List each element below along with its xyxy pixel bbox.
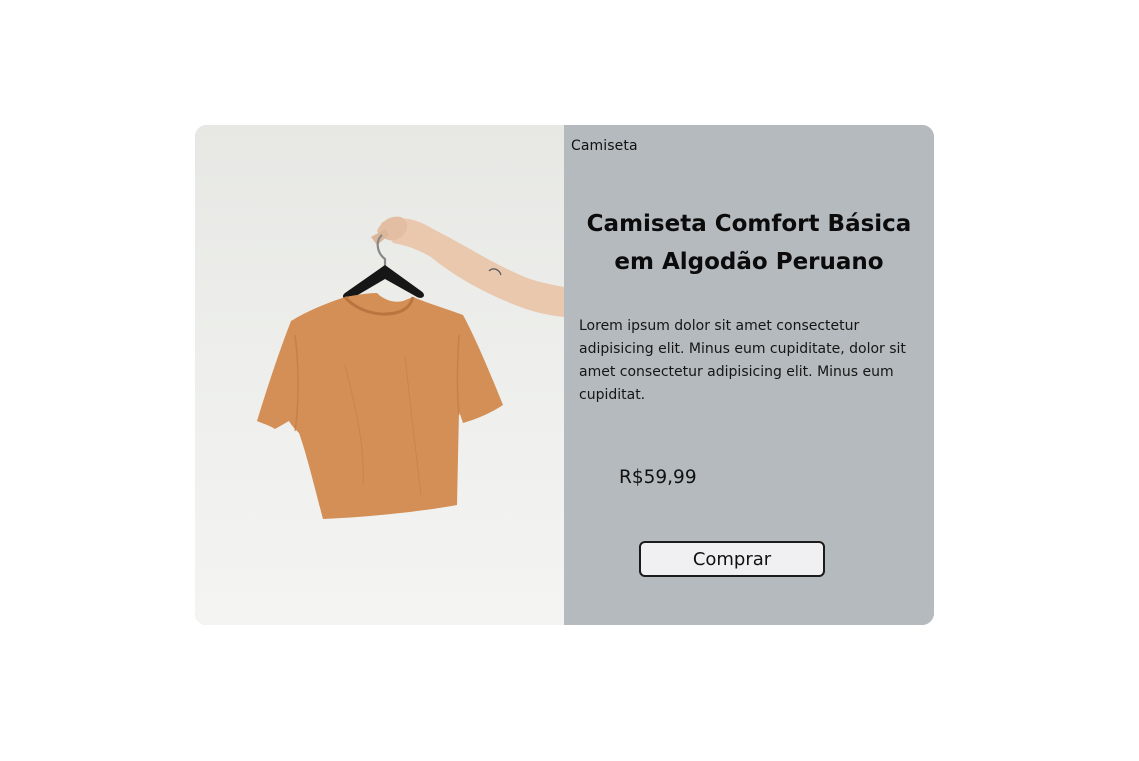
product-price: R$59,99 [619,467,697,488]
buy-button[interactable]: Comprar [639,541,825,577]
product-card: Camiseta Camiseta Comfort Básica em Algo… [195,125,934,625]
tshirt-on-hanger-photo [257,216,564,519]
product-image [195,125,564,625]
product-info-panel: Camiseta Camiseta Comfort Básica em Algo… [564,125,934,625]
product-description: Lorem ipsum dolor sit amet consectetur a… [579,318,906,403]
product-title: Camiseta Comfort Básica em Algodão Perua… [586,211,912,275]
product-category: Camiseta [571,138,638,154]
